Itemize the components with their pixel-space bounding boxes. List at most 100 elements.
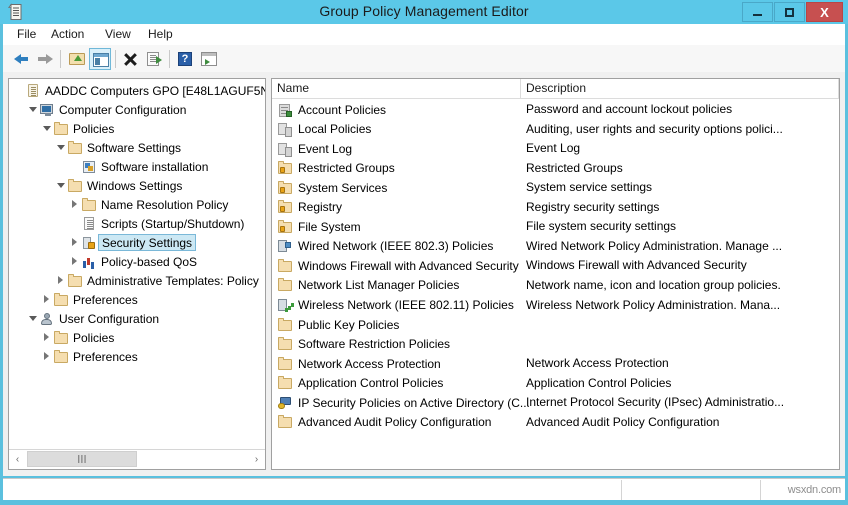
tree-item-aaddc-computers-gpo-e48l1aguf5ndc[interactable]: AADDC Computers GPO [E48L1AGUF5NDC' <box>13 81 265 100</box>
scrollbar-thumb[interactable] <box>27 451 137 467</box>
row-name-cell: System Services <box>276 178 387 197</box>
table-row[interactable]: Software Restriction Policies <box>272 335 839 354</box>
tree-item-policy-based-qos[interactable]: Policy-based QoS <box>69 252 197 271</box>
tree-item-computer-configuration[interactable]: Computer Configuration <box>27 100 186 119</box>
row-name-cell: Event Log <box>276 139 352 158</box>
forward-button[interactable] <box>34 48 56 70</box>
content-area: AADDC Computers GPO [E48L1AGUF5NDC' Compu… <box>3 72 845 476</box>
export-list-button[interactable] <box>143 48 165 70</box>
row-name-cell: Network Access Protection <box>276 354 441 373</box>
table-row[interactable]: Public Key Policies <box>272 315 839 334</box>
tree-item-scripts-startup-shutdown[interactable]: Scripts (Startup/Shutdown) <box>69 214 244 233</box>
tree-item-preferences[interactable]: Preferences <box>41 347 138 366</box>
row-name-text: Application Control Policies <box>293 376 443 390</box>
console-tree-pane: AADDC Computers GPO [E48L1AGUF5NDC' Compu… <box>8 78 266 470</box>
tree-scroll-region[interactable]: AADDC Computers GPO [E48L1AGUF5NDC' Compu… <box>9 79 265 450</box>
folder-lock-icon <box>277 219 293 235</box>
tree-item-administrative-templates-policy[interactable]: Administrative Templates: Policy <box>55 271 259 290</box>
row-description-cell: Wireless Network Policy Administration. … <box>526 296 780 315</box>
tree-item-software-installation[interactable]: Software installation <box>69 157 208 176</box>
table-row[interactable]: System ServicesSystem service settings <box>272 178 839 197</box>
back-button[interactable] <box>11 48 33 70</box>
chevron-down-icon[interactable] <box>41 123 52 134</box>
tree-spacer <box>13 85 24 96</box>
table-row[interactable]: Wireless Network (IEEE 802.11) PoliciesW… <box>272 296 839 315</box>
menu-file[interactable]: File <box>14 27 39 41</box>
chevron-down-icon[interactable] <box>27 313 38 324</box>
table-row[interactable]: Wired Network (IEEE 802.3) PoliciesWired… <box>272 237 839 256</box>
menu-action[interactable]: Action <box>48 27 87 41</box>
table-row[interactable]: File SystemFile system security settings <box>272 217 839 236</box>
folder-icon <box>67 140 83 156</box>
minimize-icon <box>753 14 762 16</box>
wireless-network-icon <box>277 297 293 313</box>
tree-item-label: Name Resolution Policy <box>97 198 228 212</box>
row-name-text: Network Access Protection <box>293 357 441 371</box>
chevron-right-icon[interactable] <box>69 256 80 267</box>
tree-item-label: Computer Configuration <box>55 103 186 117</box>
delete-button[interactable] <box>120 48 142 70</box>
scroll-left-button[interactable]: ‹ <box>9 450 26 468</box>
tree-item-security-settings[interactable]: Security Settings <box>69 233 196 252</box>
tree-item-policies[interactable]: Policies <box>41 328 114 347</box>
chevron-right-icon[interactable] <box>41 294 52 305</box>
folder-up-icon <box>66 48 88 70</box>
help-button[interactable]: ? <box>174 48 196 70</box>
tree-horizontal-scrollbar[interactable]: ‹ › <box>9 449 265 469</box>
tree-item-software-settings[interactable]: Software Settings <box>55 138 181 157</box>
chevron-right-icon[interactable] <box>41 351 52 362</box>
table-row[interactable]: Event LogEvent Log <box>272 139 839 158</box>
tree-item-windows-settings[interactable]: Windows Settings <box>55 176 182 195</box>
tree-item-policies[interactable]: Policies <box>41 119 114 138</box>
table-row[interactable]: RegistryRegistry security settings <box>272 198 839 217</box>
folder-icon <box>277 336 293 352</box>
chevron-down-icon[interactable] <box>55 180 66 191</box>
menu-view[interactable]: View <box>102 27 134 41</box>
question-mark-icon: ? <box>174 48 196 70</box>
scroll-right-button[interactable]: › <box>248 450 265 468</box>
menu-help[interactable]: Help <box>145 27 176 41</box>
table-row[interactable]: Restricted GroupsRestricted Groups <box>272 159 839 178</box>
show-hide-tree-button[interactable] <box>89 48 111 70</box>
row-name-text: Local Policies <box>293 122 371 136</box>
table-row[interactable]: Local PoliciesAuditing, user rights and … <box>272 120 839 139</box>
minimize-button[interactable] <box>742 2 773 22</box>
arrow-right-icon <box>34 48 56 70</box>
chevron-right-icon[interactable] <box>55 275 66 286</box>
tree-item-label: AADDC Computers GPO [E48L1AGUF5NDC' <box>41 84 265 98</box>
row-name-cell: Application Control Policies <box>276 374 443 393</box>
close-button[interactable]: X <box>806 2 843 22</box>
chevron-right-icon[interactable] <box>69 199 80 210</box>
chevron-right-icon[interactable] <box>69 237 80 248</box>
folder-icon <box>53 292 69 308</box>
table-row[interactable]: Advanced Audit Policy ConfigurationAdvan… <box>272 413 839 432</box>
tree-spacer <box>69 161 80 172</box>
tree-item-label: Policy-based QoS <box>97 255 197 269</box>
table-row[interactable]: Account PoliciesPassword and account loc… <box>272 100 839 119</box>
table-row[interactable]: Network List Manager PoliciesNetwork nam… <box>272 276 839 295</box>
row-description-cell: Internet Protocol Security (IPsec) Admin… <box>526 393 784 412</box>
up-one-level-button[interactable] <box>66 48 88 70</box>
export-document-icon <box>143 48 165 70</box>
table-row[interactable]: IP Security Policies on Active Directory… <box>272 393 839 412</box>
row-name-cell: Network List Manager Policies <box>276 276 459 295</box>
row-name-text: System Services <box>293 181 387 195</box>
tree-item-user-configuration[interactable]: User Configuration <box>27 309 159 328</box>
maximize-button[interactable] <box>774 2 805 22</box>
row-description-cell: Windows Firewall with Advanced Security <box>526 256 747 275</box>
table-row[interactable]: Windows Firewall with Advanced SecurityW… <box>272 256 839 275</box>
tree-item-preferences[interactable]: Preferences <box>41 290 138 309</box>
tree-item-label: Policies <box>69 331 114 345</box>
tree-item-name-resolution-policy[interactable]: Name Resolution Policy <box>69 195 228 214</box>
view-button[interactable] <box>198 48 220 70</box>
chevron-down-icon[interactable] <box>27 104 38 115</box>
column-header-name[interactable]: Name <box>272 79 521 98</box>
folder-icon <box>277 317 293 333</box>
row-description-cell: Registry security settings <box>526 198 659 217</box>
column-header-description[interactable]: Description <box>521 79 839 98</box>
chevron-right-icon[interactable] <box>41 332 52 343</box>
chevron-down-icon[interactable] <box>55 142 66 153</box>
server-policy-icon <box>277 102 293 118</box>
table-row[interactable]: Application Control PoliciesApplication … <box>272 374 839 393</box>
table-row[interactable]: Network Access ProtectionNetwork Access … <box>272 354 839 373</box>
